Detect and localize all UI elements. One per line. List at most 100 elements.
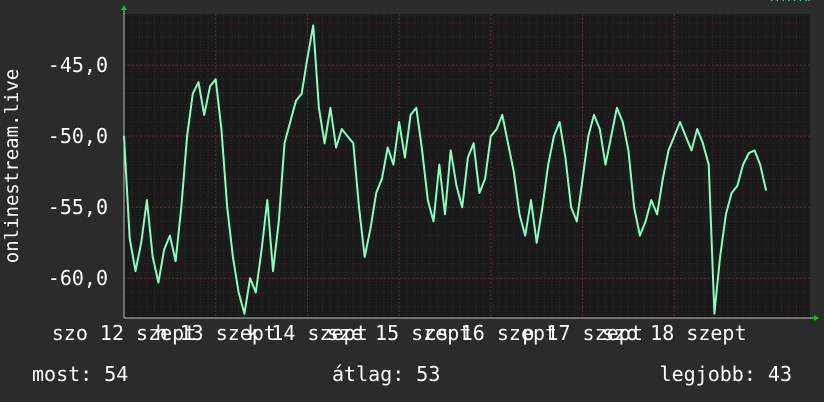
data-point xyxy=(266,199,269,201)
data-point xyxy=(243,312,246,315)
data-point xyxy=(237,291,240,294)
data-point xyxy=(599,128,601,130)
y-axis-arrow-icon xyxy=(121,5,127,10)
data-point xyxy=(696,128,698,130)
data-point xyxy=(300,92,303,95)
data-point xyxy=(461,206,464,208)
data-point xyxy=(610,135,612,137)
data-point xyxy=(484,178,486,180)
data-point xyxy=(203,114,205,116)
data-point xyxy=(627,149,630,152)
data-point xyxy=(805,0,807,1)
data-point xyxy=(776,0,779,1)
data-point xyxy=(667,149,670,152)
x-axis-arrow-icon xyxy=(814,315,819,321)
data-point xyxy=(490,135,492,137)
data-point xyxy=(541,206,544,208)
data-point xyxy=(662,178,664,180)
data-point xyxy=(793,0,796,1)
data-point xyxy=(392,163,395,166)
data-point xyxy=(673,135,676,137)
data-point xyxy=(272,270,274,272)
data-point xyxy=(799,0,802,1)
data-point xyxy=(329,107,332,109)
data-point xyxy=(318,107,320,109)
y-tick-label: -45,0 xyxy=(48,53,108,77)
data-point xyxy=(770,0,773,1)
data-point xyxy=(146,199,148,201)
data-point xyxy=(128,237,131,240)
data-point xyxy=(650,199,653,201)
data-point xyxy=(713,312,716,315)
y-axis-label: onlinestream.live xyxy=(1,69,23,263)
data-point xyxy=(151,256,154,258)
data-point xyxy=(513,170,515,173)
data-point xyxy=(409,114,412,116)
data-point xyxy=(759,163,761,166)
data-point xyxy=(524,234,526,237)
data-point xyxy=(730,192,733,194)
data-point xyxy=(192,92,194,95)
data-point xyxy=(742,163,744,166)
data-point xyxy=(788,0,790,1)
data-point xyxy=(427,199,429,201)
data-point xyxy=(209,85,211,88)
data-point xyxy=(123,135,125,137)
data-point xyxy=(249,277,251,280)
data-point xyxy=(644,220,647,223)
data-point xyxy=(725,213,727,216)
data-point xyxy=(564,156,567,159)
data-point xyxy=(639,234,641,237)
data-point xyxy=(214,78,217,81)
data-point xyxy=(278,220,280,223)
data-point xyxy=(702,142,704,145)
data-point xyxy=(323,142,326,145)
data-point xyxy=(472,142,475,145)
data-point xyxy=(226,206,228,208)
line-chart: -60,0 -55,0 -50,0 -45,0 szo 12 szepth 13 sz… xyxy=(1,0,819,345)
data-point xyxy=(134,270,137,272)
data-point xyxy=(587,135,590,137)
data-point xyxy=(553,135,555,137)
data-point xyxy=(616,107,618,109)
data-point xyxy=(782,0,784,1)
best-value: legjobb: 43 xyxy=(659,362,792,386)
data-point xyxy=(570,206,572,208)
data-point xyxy=(220,128,223,130)
data-point xyxy=(404,156,406,159)
data-point xyxy=(163,249,165,251)
data-point xyxy=(679,121,681,123)
data-point xyxy=(341,128,343,130)
y-tick-labels: -60,0 -55,0 -50,0 -45,0 xyxy=(48,53,108,290)
data-point xyxy=(535,241,538,244)
data-point xyxy=(593,114,595,116)
data-point xyxy=(707,163,710,166)
current-value: most: 54 xyxy=(32,362,129,386)
data-point xyxy=(719,256,721,258)
data-point xyxy=(289,121,292,123)
data-point xyxy=(604,163,607,166)
data-point xyxy=(495,128,498,130)
data-point xyxy=(352,142,355,145)
data-point xyxy=(449,149,452,152)
data-point xyxy=(507,142,509,145)
data-point xyxy=(558,121,561,123)
data-point xyxy=(398,121,400,123)
average-value: átlag: 53 xyxy=(332,362,441,386)
data-point xyxy=(547,163,549,166)
data-point xyxy=(335,146,337,149)
data-point xyxy=(656,213,658,216)
y-tick-label: -55,0 xyxy=(48,195,108,219)
data-point xyxy=(808,0,810,1)
data-point xyxy=(421,149,423,152)
data-point xyxy=(169,234,171,237)
y-tick-label: -60,0 xyxy=(48,266,108,290)
data-point xyxy=(518,213,521,216)
data-point xyxy=(260,249,263,251)
data-point xyxy=(432,220,435,223)
data-point xyxy=(455,185,458,187)
data-point xyxy=(415,107,418,109)
data-point xyxy=(369,227,372,230)
data-point xyxy=(381,178,383,180)
data-point xyxy=(753,149,756,152)
